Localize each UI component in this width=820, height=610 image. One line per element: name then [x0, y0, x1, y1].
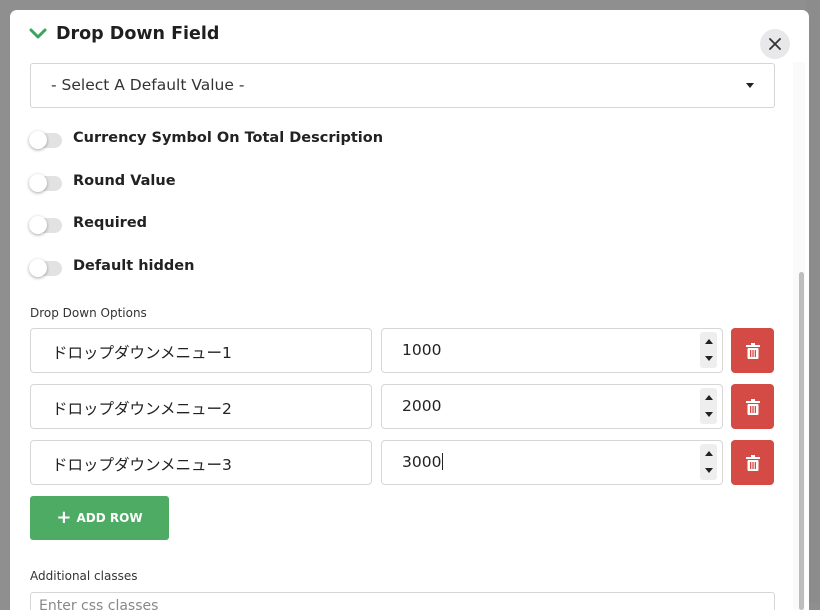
caret-down-icon	[746, 83, 754, 88]
default-value-select-text: - Select A Default Value -	[51, 76, 245, 94]
option-value-input[interactable]: 2000	[381, 384, 723, 429]
add-row-button[interactable]: + ADD ROW	[30, 496, 169, 540]
spin-up-icon[interactable]	[705, 451, 713, 456]
dialog-title: Drop Down Field	[56, 24, 220, 44]
option-name-input[interactable]: ドロップダウンメニュー1	[30, 328, 372, 373]
toggle-row-round-value: Round Value	[29, 172, 630, 196]
option-value-text: 3000	[402, 453, 442, 471]
close-button[interactable]	[760, 29, 790, 59]
toggle-knob	[29, 131, 47, 149]
additional-classes-input[interactable]: Enter css classes	[30, 592, 775, 610]
add-row-label: ADD ROW	[76, 511, 143, 525]
default-value-select[interactable]: - Select A Default Value -	[30, 63, 775, 108]
option-value-text: 1000	[402, 341, 442, 359]
trash-icon	[745, 454, 760, 471]
option-name-text: ドロップダウンメニュー3	[52, 456, 232, 474]
toggle-label: Currency Symbol On Total Description	[73, 130, 384, 146]
number-spinner[interactable]	[700, 444, 717, 480]
drop-down-options-label: Drop Down Options	[30, 306, 147, 320]
toggle-knob	[29, 259, 47, 277]
drop-down-field-dialog: Drop Down Field - Select A Default Value…	[10, 10, 809, 610]
scrollbar-thumb[interactable]	[799, 272, 804, 610]
trash-icon	[745, 342, 760, 359]
plus-icon: +	[56, 507, 72, 528]
round-value-toggle[interactable]	[29, 174, 62, 192]
trash-icon	[745, 398, 760, 415]
option-name-input[interactable]: ドロップダウンメニュー2	[30, 384, 372, 429]
spin-down-icon[interactable]	[705, 468, 713, 473]
close-icon	[769, 38, 781, 50]
option-name-input[interactable]: ドロップダウンメニュー3	[30, 440, 372, 485]
toggle-label: Default hidden	[73, 258, 195, 274]
option-name-text: ドロップダウンメニュー2	[52, 400, 232, 418]
delete-row-button[interactable]	[731, 328, 774, 373]
option-value-text: 2000	[402, 397, 442, 415]
dialog-header: Drop Down Field	[10, 10, 809, 62]
option-name-text: ドロップダウンメニュー1	[52, 344, 232, 362]
toggle-row-default-hidden: Default hidden	[29, 257, 630, 281]
chevron-down-icon[interactable]	[29, 27, 47, 41]
spin-down-icon[interactable]	[705, 356, 713, 361]
toggle-knob	[29, 174, 47, 192]
number-spinner[interactable]	[700, 332, 717, 368]
toggle-knob	[29, 216, 47, 234]
toggle-label: Round Value	[73, 173, 176, 189]
option-value-input[interactable]: 3000	[381, 440, 723, 485]
spin-up-icon[interactable]	[705, 395, 713, 400]
required-toggle[interactable]	[29, 216, 62, 234]
additional-classes-placeholder: Enter css classes	[39, 598, 159, 610]
option-row: ドロップダウンメニュー1 1000	[30, 328, 775, 373]
default-hidden-toggle[interactable]	[29, 259, 62, 277]
option-row: ドロップダウンメニュー3 3000	[30, 440, 775, 485]
spin-down-icon[interactable]	[705, 412, 713, 417]
toggle-row-currency-symbol: Currency Symbol On Total Description	[29, 129, 630, 153]
delete-row-button[interactable]	[731, 440, 774, 485]
number-spinner[interactable]	[700, 388, 717, 424]
option-value-text-wrap: 3000	[402, 453, 444, 471]
additional-classes-label: Additional classes	[30, 569, 138, 583]
delete-row-button[interactable]	[731, 384, 774, 429]
currency-symbol-toggle[interactable]	[29, 131, 62, 149]
text-cursor	[442, 453, 444, 470]
toggle-label: Required	[73, 215, 148, 231]
option-row: ドロップダウンメニュー2 2000	[30, 384, 775, 429]
spin-up-icon[interactable]	[705, 339, 713, 344]
toggle-row-required: Required	[29, 214, 630, 238]
option-value-input[interactable]: 1000	[381, 328, 723, 373]
